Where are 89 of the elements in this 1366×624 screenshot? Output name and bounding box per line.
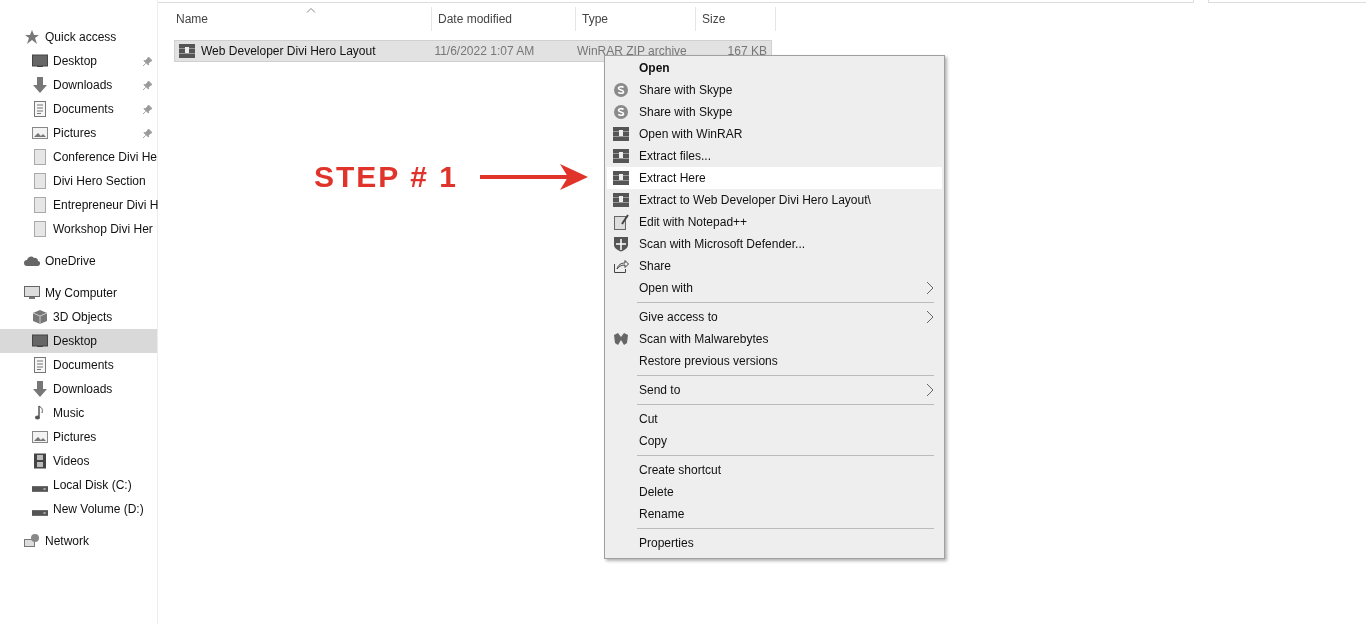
file-icon — [32, 221, 48, 237]
skype-icon — [613, 104, 629, 120]
menu-item[interactable]: Properties — [607, 532, 942, 554]
menu-item[interactable]: Scan with Microsoft Defender... — [607, 233, 942, 255]
column-header[interactable]: Type — [576, 7, 696, 31]
sort-caret-icon — [306, 7, 316, 13]
menu-item[interactable]: Copy — [607, 430, 942, 452]
monitor-icon — [32, 333, 48, 349]
file-name: Web Developer Divi Hero Layout — [201, 44, 376, 58]
menu-item[interactable]: Restore previous versions — [607, 350, 942, 372]
notepad-icon — [613, 214, 629, 230]
menu-item[interactable]: Extract files... — [607, 145, 942, 167]
star-icon — [24, 29, 40, 45]
step-label: STEP # 1 — [314, 160, 458, 194]
sidebar-item[interactable]: Entrepreneur Divi H — [0, 193, 157, 217]
column-header[interactable]: Size — [696, 7, 776, 31]
menu-item[interactable]: Open with — [607, 277, 942, 299]
chevron-right-icon — [926, 310, 934, 324]
menu-item[interactable]: Rename — [607, 503, 942, 525]
column-header[interactable]: Date modified — [432, 7, 576, 31]
download-icon — [32, 77, 48, 93]
film-icon — [32, 453, 48, 469]
menu-item[interactable]: Send to — [607, 379, 942, 401]
size-cell-text: 167 KB — [726, 44, 768, 58]
cube-icon — [32, 309, 48, 325]
picture-icon — [32, 429, 48, 445]
menu-item[interactable]: Share with Skype — [607, 79, 942, 101]
pin-icon — [143, 81, 152, 90]
archive-icon — [613, 192, 629, 208]
sidebar-item[interactable]: Documents — [0, 353, 157, 377]
column-header[interactable]: Name — [170, 7, 432, 31]
menu-item[interactable]: Extract Here — [607, 167, 942, 189]
archive-icon — [613, 126, 629, 142]
chevron-right-icon — [926, 281, 934, 295]
download-icon — [32, 381, 48, 397]
sidebar-item[interactable]: Pictures — [0, 121, 157, 145]
pin-icon — [143, 57, 152, 66]
sidebar-item[interactable]: 3D Objects — [0, 305, 157, 329]
sidebar-item[interactable]: Videos — [0, 449, 157, 473]
sidebar-item[interactable]: Downloads — [0, 73, 157, 97]
sidebar-item[interactable]: Network — [0, 529, 157, 553]
type-cell-text: WinRAR ZIP archive — [575, 44, 688, 58]
menu-item[interactable]: Edit with Notepad++ — [607, 211, 942, 233]
sidebar-item[interactable]: OneDrive — [0, 249, 157, 273]
sidebar-item[interactable]: Documents — [0, 97, 157, 121]
archive-icon — [613, 148, 629, 164]
archive-icon — [179, 43, 195, 59]
file-row[interactable]: Web Developer Divi Hero Layout 11/6/2022 1:07 AM WinRAR ZIP archive 167 KB — [174, 40, 772, 62]
menu-item[interactable]: Give access to — [607, 306, 942, 328]
sidebar-item[interactable]: Desktop — [0, 329, 157, 353]
sidebar-item[interactable]: Conference Divi He — [0, 145, 157, 169]
document-icon — [32, 357, 48, 373]
network-icon — [24, 533, 40, 549]
drive-icon — [32, 486, 48, 492]
sidebar-item[interactable]: Quick access — [0, 25, 157, 49]
file-icon — [32, 173, 48, 189]
pin-icon — [143, 129, 152, 138]
share-icon — [613, 258, 629, 274]
menu-item[interactable]: Delete — [607, 481, 942, 503]
chevron-right-icon — [926, 383, 934, 397]
monitor-icon — [32, 53, 48, 69]
shield-icon — [613, 236, 629, 252]
computer-icon — [24, 285, 40, 301]
skype-icon — [613, 82, 629, 98]
sidebar-item[interactable]: Workshop Divi Her — [0, 217, 157, 241]
menu-item[interactable]: Share — [607, 255, 942, 277]
sidebar-item[interactable]: New Volume (D:) — [0, 497, 157, 521]
sidebar-item[interactable]: Divi Hero Section — [0, 169, 157, 193]
document-icon — [32, 101, 48, 117]
menu-item[interactable]: Extract to Web Developer Divi Hero Layout\ — [607, 189, 942, 211]
archive-icon — [613, 170, 629, 186]
drive-icon — [32, 510, 48, 516]
sidebar-item[interactable]: Downloads — [0, 377, 157, 401]
sidebar-item[interactable]: Desktop — [0, 49, 157, 73]
file-icon — [32, 197, 48, 213]
menu-item[interactable]: Scan with Malwarebytes — [607, 328, 942, 350]
pin-icon — [143, 105, 152, 114]
picture-icon — [32, 125, 48, 141]
menu-item[interactable]: Share with Skype — [607, 101, 942, 123]
malwarebytes-icon — [613, 331, 629, 347]
date-cell-text: 11/6/2022 1:07 AM — [433, 44, 536, 58]
file-icon — [32, 149, 48, 165]
sidebar-item[interactable]: Pictures — [0, 425, 157, 449]
sidebar-item[interactable]: Music — [0, 401, 157, 425]
menu-item[interactable]: Open with WinRAR — [607, 123, 942, 145]
menu-item[interactable]: Create shortcut — [607, 459, 942, 481]
sidebar-item[interactable]: My Computer — [0, 281, 157, 305]
menu-item[interactable]: Cut — [607, 408, 942, 430]
sidebar-item[interactable]: Local Disk (C:) — [0, 473, 157, 497]
